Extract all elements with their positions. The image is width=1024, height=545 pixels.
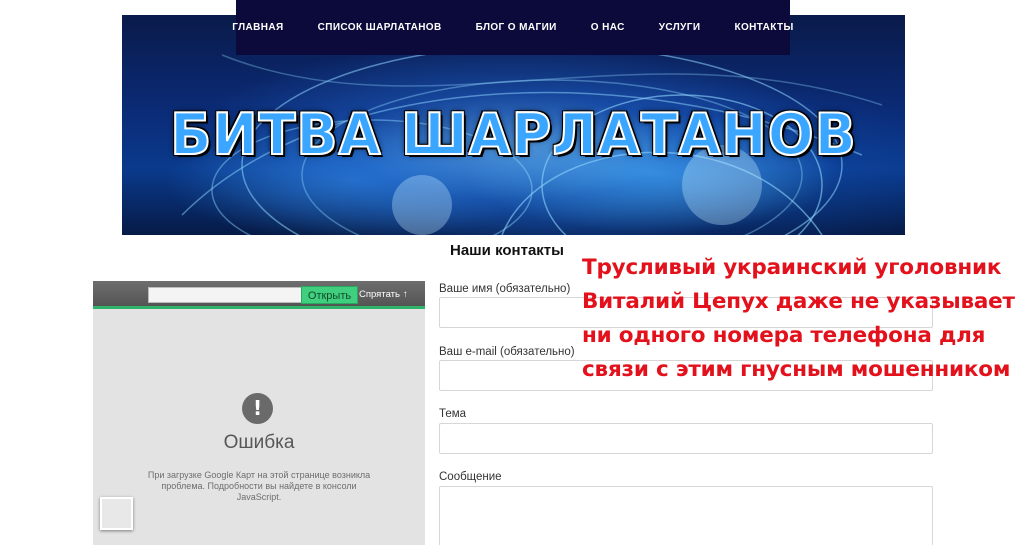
nav-item-home[interactable]: ГЛАВНАЯ <box>215 22 300 33</box>
arrow-up-icon: ↑ <box>402 289 408 300</box>
name-field-label: Ваше имя (обязательно) <box>439 283 571 295</box>
map-widget: Открыть Спрятать ↑ ! Ошибка При загрузке … <box>93 281 425 545</box>
annotation-line: связи с этим гнусным мошенником <box>582 357 1011 382</box>
subject-field[interactable] <box>439 423 933 454</box>
map-error-text: При загрузке Google Карт на этой страниц… <box>147 470 371 502</box>
map-toolbar: Открыть Спрятать ↑ <box>93 281 425 309</box>
message-field[interactable] <box>439 486 933 545</box>
nav-item-blog[interactable]: БЛОГ О МАГИИ <box>459 22 574 33</box>
map-open-button[interactable]: Открыть <box>301 286 358 304</box>
exclamation-icon: ! <box>242 393 273 424</box>
subject-field-label: Тема <box>439 408 467 420</box>
message-field-label: Сообщение <box>439 471 502 483</box>
annotation-line: Трусливый украинский уголовник <box>582 255 1002 280</box>
nav-item-contacts[interactable]: КОНТАКТЫ <box>717 22 810 33</box>
nav-item-services[interactable]: УСЛУГИ <box>642 22 718 33</box>
map-search-input[interactable] <box>148 287 302 303</box>
email-field-label: Ваш e-mail (обязательно) <box>439 346 575 358</box>
map-street-view-toggle[interactable] <box>100 497 133 530</box>
annotation-line: Виталий Цепух даже не указывает <box>582 289 1015 314</box>
main-nav: ГЛАВНАЯ СПИСОК ШАРЛАТАНОВ БЛОГ О МАГИИ О… <box>232 0 793 55</box>
map-hide-label: Спрятать <box>359 289 400 300</box>
nav-item-about[interactable]: О НАС <box>574 22 642 33</box>
site-title: БИТВА ШАРЛАТАНОВ <box>169 100 857 168</box>
nav-item-charlatans[interactable]: СПИСОК ШАРЛАТАНОВ <box>301 22 459 33</box>
page-title: Наши контакты <box>450 242 564 259</box>
red-annotation: Трусливый украинский уголовник Виталий Ц… <box>582 251 1022 387</box>
map-hide-toggle[interactable]: Спрятать ↑ <box>359 289 408 300</box>
map-error-title: Ошибка <box>223 432 295 453</box>
annotation-line: ни одного номера телефона для <box>582 323 986 348</box>
